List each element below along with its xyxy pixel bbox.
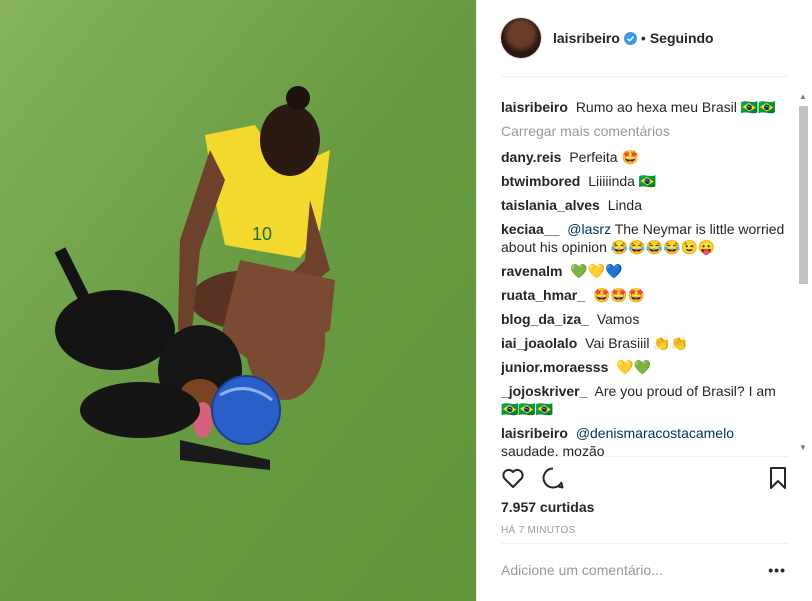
scrollbar-thumb[interactable]: [799, 106, 808, 284]
comment-item: keciaa__ @lasrz The Neymar is little wor…: [501, 220, 791, 256]
load-more-comments-button[interactable]: Carregar mais comentários: [501, 122, 791, 140]
comment-item: iai_joaolalo Vai Brasiiil 👏👏: [501, 334, 791, 352]
comment-text: saudade, mozão: [501, 443, 605, 456]
comment-text: Vai Brasiiil 👏👏: [585, 335, 689, 351]
more-options-button[interactable]: •••: [768, 562, 786, 578]
caption-text: Rumo ao hexa meu Brasil 🇧🇷🇧🇷: [575, 99, 776, 115]
avatar[interactable]: [501, 18, 541, 58]
comment-item: ruata_hmar_ 🤩🤩🤩: [501, 286, 791, 304]
comment-username[interactable]: ruata_hmar_: [501, 287, 585, 303]
comment-item: btwimbored Liiiiinda 🇧🇷: [501, 172, 791, 190]
divider: [501, 456, 788, 457]
like-heart-icon[interactable]: [501, 466, 525, 490]
comment-mention-link[interactable]: @denismaracostacamelo: [576, 425, 734, 441]
bookmark-save-icon[interactable]: [768, 466, 788, 490]
comment-username[interactable]: ravenalm: [501, 263, 562, 279]
add-comment-input[interactable]: Adicione um comentário...: [501, 562, 663, 578]
post-timestamp[interactable]: HÁ 7 MINUTOS: [501, 525, 576, 536]
comment-text: Linda: [607, 197, 643, 213]
comment-username[interactable]: _jojoskriver_: [501, 383, 587, 399]
comment-username[interactable]: iai_joaolalo: [501, 335, 577, 351]
verified-badge-icon: [623, 31, 637, 45]
divider: [501, 543, 788, 544]
photo-illustration: 10: [0, 0, 476, 601]
post-header: laisribeiro • Seguindo: [501, 16, 788, 60]
comment-mention-link[interactable]: @lasrz: [567, 221, 611, 237]
comment-item: _jojoskriver_ Are you proud of Brasil? I…: [501, 382, 791, 418]
comment-text: Liiiiinda 🇧🇷: [588, 173, 657, 189]
comment-item: ravenalm 💚💛💙: [501, 262, 791, 280]
separator-dot: •: [640, 30, 646, 46]
comment-item: blog_da_iza_ Vamos: [501, 310, 791, 328]
comment-username[interactable]: dany.reis: [501, 149, 561, 165]
comment-text: Vamos: [596, 311, 640, 327]
post-details-panel: laisribeiro • Seguindo laisribeiro Rumo …: [476, 0, 812, 601]
comment-text: 🤩🤩🤩: [592, 287, 646, 303]
caption-username[interactable]: laisribeiro: [501, 99, 568, 115]
comment-item: dany.reis Perfeita 🤩: [501, 148, 791, 166]
comment-username[interactable]: taislania_alves: [501, 197, 600, 213]
comment-text: Perfeita 🤩: [569, 149, 639, 165]
comment-bubble-icon[interactable]: [541, 466, 565, 490]
post-photo[interactable]: 10: [0, 0, 476, 601]
comment-text: 💚💛💙: [570, 263, 623, 279]
comment-username[interactable]: btwimbored: [501, 173, 580, 189]
following-button[interactable]: Seguindo: [650, 30, 714, 46]
comment-item: laisribeiro @denismaracostacamelo saudad…: [501, 424, 791, 456]
comment-username[interactable]: keciaa__: [501, 221, 559, 237]
post-actions: [501, 466, 788, 492]
comments-scrollbar[interactable]: ▲ ▼: [796, 90, 810, 454]
comment-item: taislania_alves Linda: [501, 196, 791, 214]
comment-username[interactable]: junior.moraesss: [501, 359, 608, 375]
scroll-up-arrow-icon[interactable]: ▲: [799, 92, 807, 101]
comment-item: junior.moraesss 💛💚: [501, 358, 791, 376]
comment-text: 💛💚: [616, 359, 652, 375]
likes-count[interactable]: 7.957 curtidas: [501, 499, 594, 515]
header-username[interactable]: laisribeiro: [553, 30, 620, 46]
comments-list: laisribeiro Rumo ao hexa meu Brasil 🇧🇷🇧🇷…: [501, 98, 791, 456]
comment-username[interactable]: laisribeiro: [501, 425, 568, 441]
comment-username[interactable]: blog_da_iza_: [501, 311, 589, 327]
svg-text:10: 10: [252, 224, 272, 244]
scroll-down-arrow-icon[interactable]: ▼: [799, 443, 807, 452]
divider: [501, 76, 788, 77]
caption: laisribeiro Rumo ao hexa meu Brasil 🇧🇷🇧🇷: [501, 98, 791, 116]
